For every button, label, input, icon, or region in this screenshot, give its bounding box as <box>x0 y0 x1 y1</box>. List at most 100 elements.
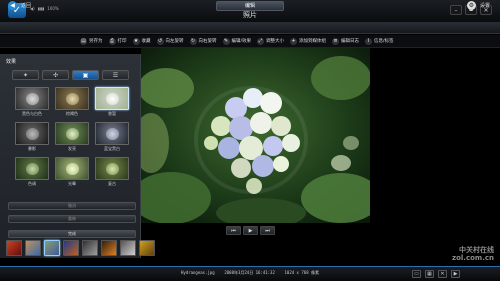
panel-title: 效果 <box>6 59 17 65</box>
thumbnail-flower <box>66 93 79 105</box>
toolbar-item-save-as[interactable]: ▤ 另存为 <box>80 37 103 45</box>
thumbnail-flower <box>26 93 39 105</box>
filmstrip <box>6 240 155 256</box>
nav-bar <box>0 22 500 34</box>
toolbar-item-info[interactable]: i 信息/标签 <box>365 37 394 45</box>
rotate-right-icon: ↻ <box>189 37 197 45</box>
toolbar-item-label: 信息/标签 <box>374 39 394 44</box>
resize-icon: ⤢ <box>257 37 265 45</box>
back-arrow-icon: ◀ <box>8 1 17 10</box>
effect-thumbnail[interactable] <box>95 157 129 180</box>
effect-label: 黑色与白色 <box>22 111 42 116</box>
filmstrip-thumbnail[interactable] <box>139 240 155 256</box>
effect-thumbnail[interactable] <box>55 122 89 145</box>
close-view-icon[interactable]: ✕ <box>438 270 447 278</box>
filmstrip-thumbnail[interactable] <box>82 240 98 256</box>
effect-item[interactable]: 光晕 <box>54 157 90 186</box>
effect-item[interactable]: 曾暂 <box>94 87 130 116</box>
effect-thumbnail[interactable] <box>55 87 89 110</box>
effect-item[interactable]: 黑色与白色 <box>14 87 50 116</box>
thumbnail-flower <box>26 163 39 175</box>
effects-tab-icon[interactable]: ▣ <box>72 70 99 80</box>
effect-item[interactable]: 发亮 <box>54 122 90 151</box>
effect-label: 暴影 <box>28 146 36 151</box>
toolbar-item-label: 调整大小 <box>266 39 285 44</box>
effect-thumbnail[interactable] <box>15 122 49 145</box>
print-icon: ⎙ <box>108 37 116 45</box>
undo-button[interactable]: 撤消 <box>8 202 136 210</box>
redo-button[interactable]: 重做 <box>8 215 136 223</box>
toolbar-item-star[interactable]: ★ 收藏 <box>132 37 151 45</box>
thumbnail-flower <box>66 128 79 140</box>
effect-label: 发亮 <box>68 146 76 151</box>
toolbar-item-edit-effects[interactable]: ✎ 编辑/效果 <box>222 37 252 45</box>
filmstrip-thumbnail[interactable] <box>6 240 22 256</box>
back-button[interactable]: ◀ 返回 <box>8 1 31 10</box>
thumbnail-flower <box>66 163 79 175</box>
effect-thumbnail[interactable] <box>15 157 49 180</box>
hydrangea-photo <box>141 48 370 223</box>
toolbar-item-label: 向左旋转 <box>165 39 184 44</box>
tab-edit[interactable]: 编辑 <box>216 1 284 11</box>
filmstrip-thumbnail[interactable] <box>44 240 60 256</box>
toolbar-item-resize[interactable]: ⤢ 调整大小 <box>257 37 285 45</box>
toolbar-item-label: 向右旋转 <box>198 39 217 44</box>
save-as-icon: ▤ <box>80 37 87 45</box>
status-bar: Hydrangeas.jpg 2008年3月24日 16:41:32 1024 … <box>0 266 500 281</box>
previous-icon[interactable]: ⏮ <box>226 226 241 235</box>
toolbar-item-add-to-set[interactable]: + 添加到媒体组 <box>290 37 326 45</box>
thumbnail-flower <box>106 128 119 140</box>
toolbar: ▤ 另存为 ⎙ 打印 ★ 收藏 ↺ 向左旋转 ↻ 向右旋转 ✎ 编辑/效果 ⤢ 调整大小 + 添加到媒体组 ≡ 编… <box>0 35 500 48</box>
done-button[interactable]: 完成 <box>8 230 136 238</box>
effects-grid: 黑色与白色 棕褐色 曾暂暴影 发亮 蓝宝黑白色调 光晕 复古 <box>14 87 134 186</box>
effect-item[interactable]: 蓝宝黑白 <box>94 122 130 151</box>
effect-thumbnail[interactable] <box>55 157 89 180</box>
toolbar-item-edit-info[interactable]: ≡ 编辑日志 <box>332 37 360 45</box>
wand-icon[interactable]: ✦ <box>12 70 39 80</box>
back-label: 返回 <box>21 3 32 9</box>
playback-controls: ⏮ ▶ ⏭ <box>226 226 275 235</box>
list-icon[interactable]: ☰ <box>102 70 129 80</box>
effect-item[interactable]: 色调 <box>14 157 50 186</box>
add-to-set-icon: + <box>290 37 298 45</box>
effect-label: 色调 <box>28 181 36 186</box>
watermark-line1: 中关村在线 <box>459 246 494 254</box>
view-grid-icon[interactable]: ▦ <box>425 270 434 278</box>
effect-item[interactable]: 复古 <box>94 157 130 186</box>
watermark-line2: zol.com.cn <box>452 254 494 262</box>
play-icon[interactable]: ▶ <box>243 226 258 235</box>
thumbnail-flower <box>106 93 119 105</box>
effect-thumbnail[interactable] <box>95 122 129 145</box>
toolbar-item-rotate-left[interactable]: ↺ 向左旋转 <box>156 37 184 45</box>
minimize-icon[interactable]: – <box>450 5 462 15</box>
filmstrip-thumbnail[interactable] <box>101 240 117 256</box>
toolbar-item-label: 编辑日志 <box>341 39 360 44</box>
toolbar-item-print[interactable]: ⎙ 打印 <box>108 37 127 45</box>
view-buttons: ▭ ▦ ✕ ▶ <box>412 270 460 278</box>
filmstrip-thumbnail[interactable] <box>120 240 136 256</box>
effect-label: 曾暂 <box>108 111 116 116</box>
info-icon: i <box>365 37 373 45</box>
photo-viewer[interactable] <box>141 48 370 223</box>
effect-item[interactable]: 暴影 <box>14 122 50 151</box>
toolbar-item-label: 编辑/效果 <box>231 39 252 44</box>
view-fullscreen-icon[interactable]: ▭ <box>412 270 421 278</box>
toolbar-item-label: 另存为 <box>89 39 103 44</box>
toolbar-item-label: 打印 <box>117 39 127 44</box>
crop-move-icon[interactable]: ✣ <box>42 70 69 80</box>
toolbar-item-label: 收藏 <box>141 39 151 44</box>
thumbnail-flower <box>106 163 119 175</box>
toolbar-item-rotate-right[interactable]: ↻ 向右旋转 <box>189 37 217 45</box>
next-icon[interactable]: ⏭ <box>260 226 275 235</box>
effect-thumbnail[interactable] <box>95 87 129 110</box>
file-datetime: 2008年3月24日 16:41:32 <box>224 270 275 275</box>
filmstrip-thumbnail[interactable] <box>25 240 41 256</box>
rotate-left-icon: ↺ <box>156 37 164 45</box>
settings-label: 设置 <box>479 3 490 9</box>
filmstrip-thumbnail[interactable] <box>63 240 79 256</box>
effect-item[interactable]: 棕褐色 <box>54 87 90 116</box>
settings-button[interactable]: ⚙ 设置 <box>466 1 490 10</box>
watermark: 中关村在线 zol.com.cn <box>452 246 494 262</box>
effect-thumbnail[interactable] <box>15 87 49 110</box>
slideshow-icon[interactable]: ▶ <box>451 270 460 278</box>
